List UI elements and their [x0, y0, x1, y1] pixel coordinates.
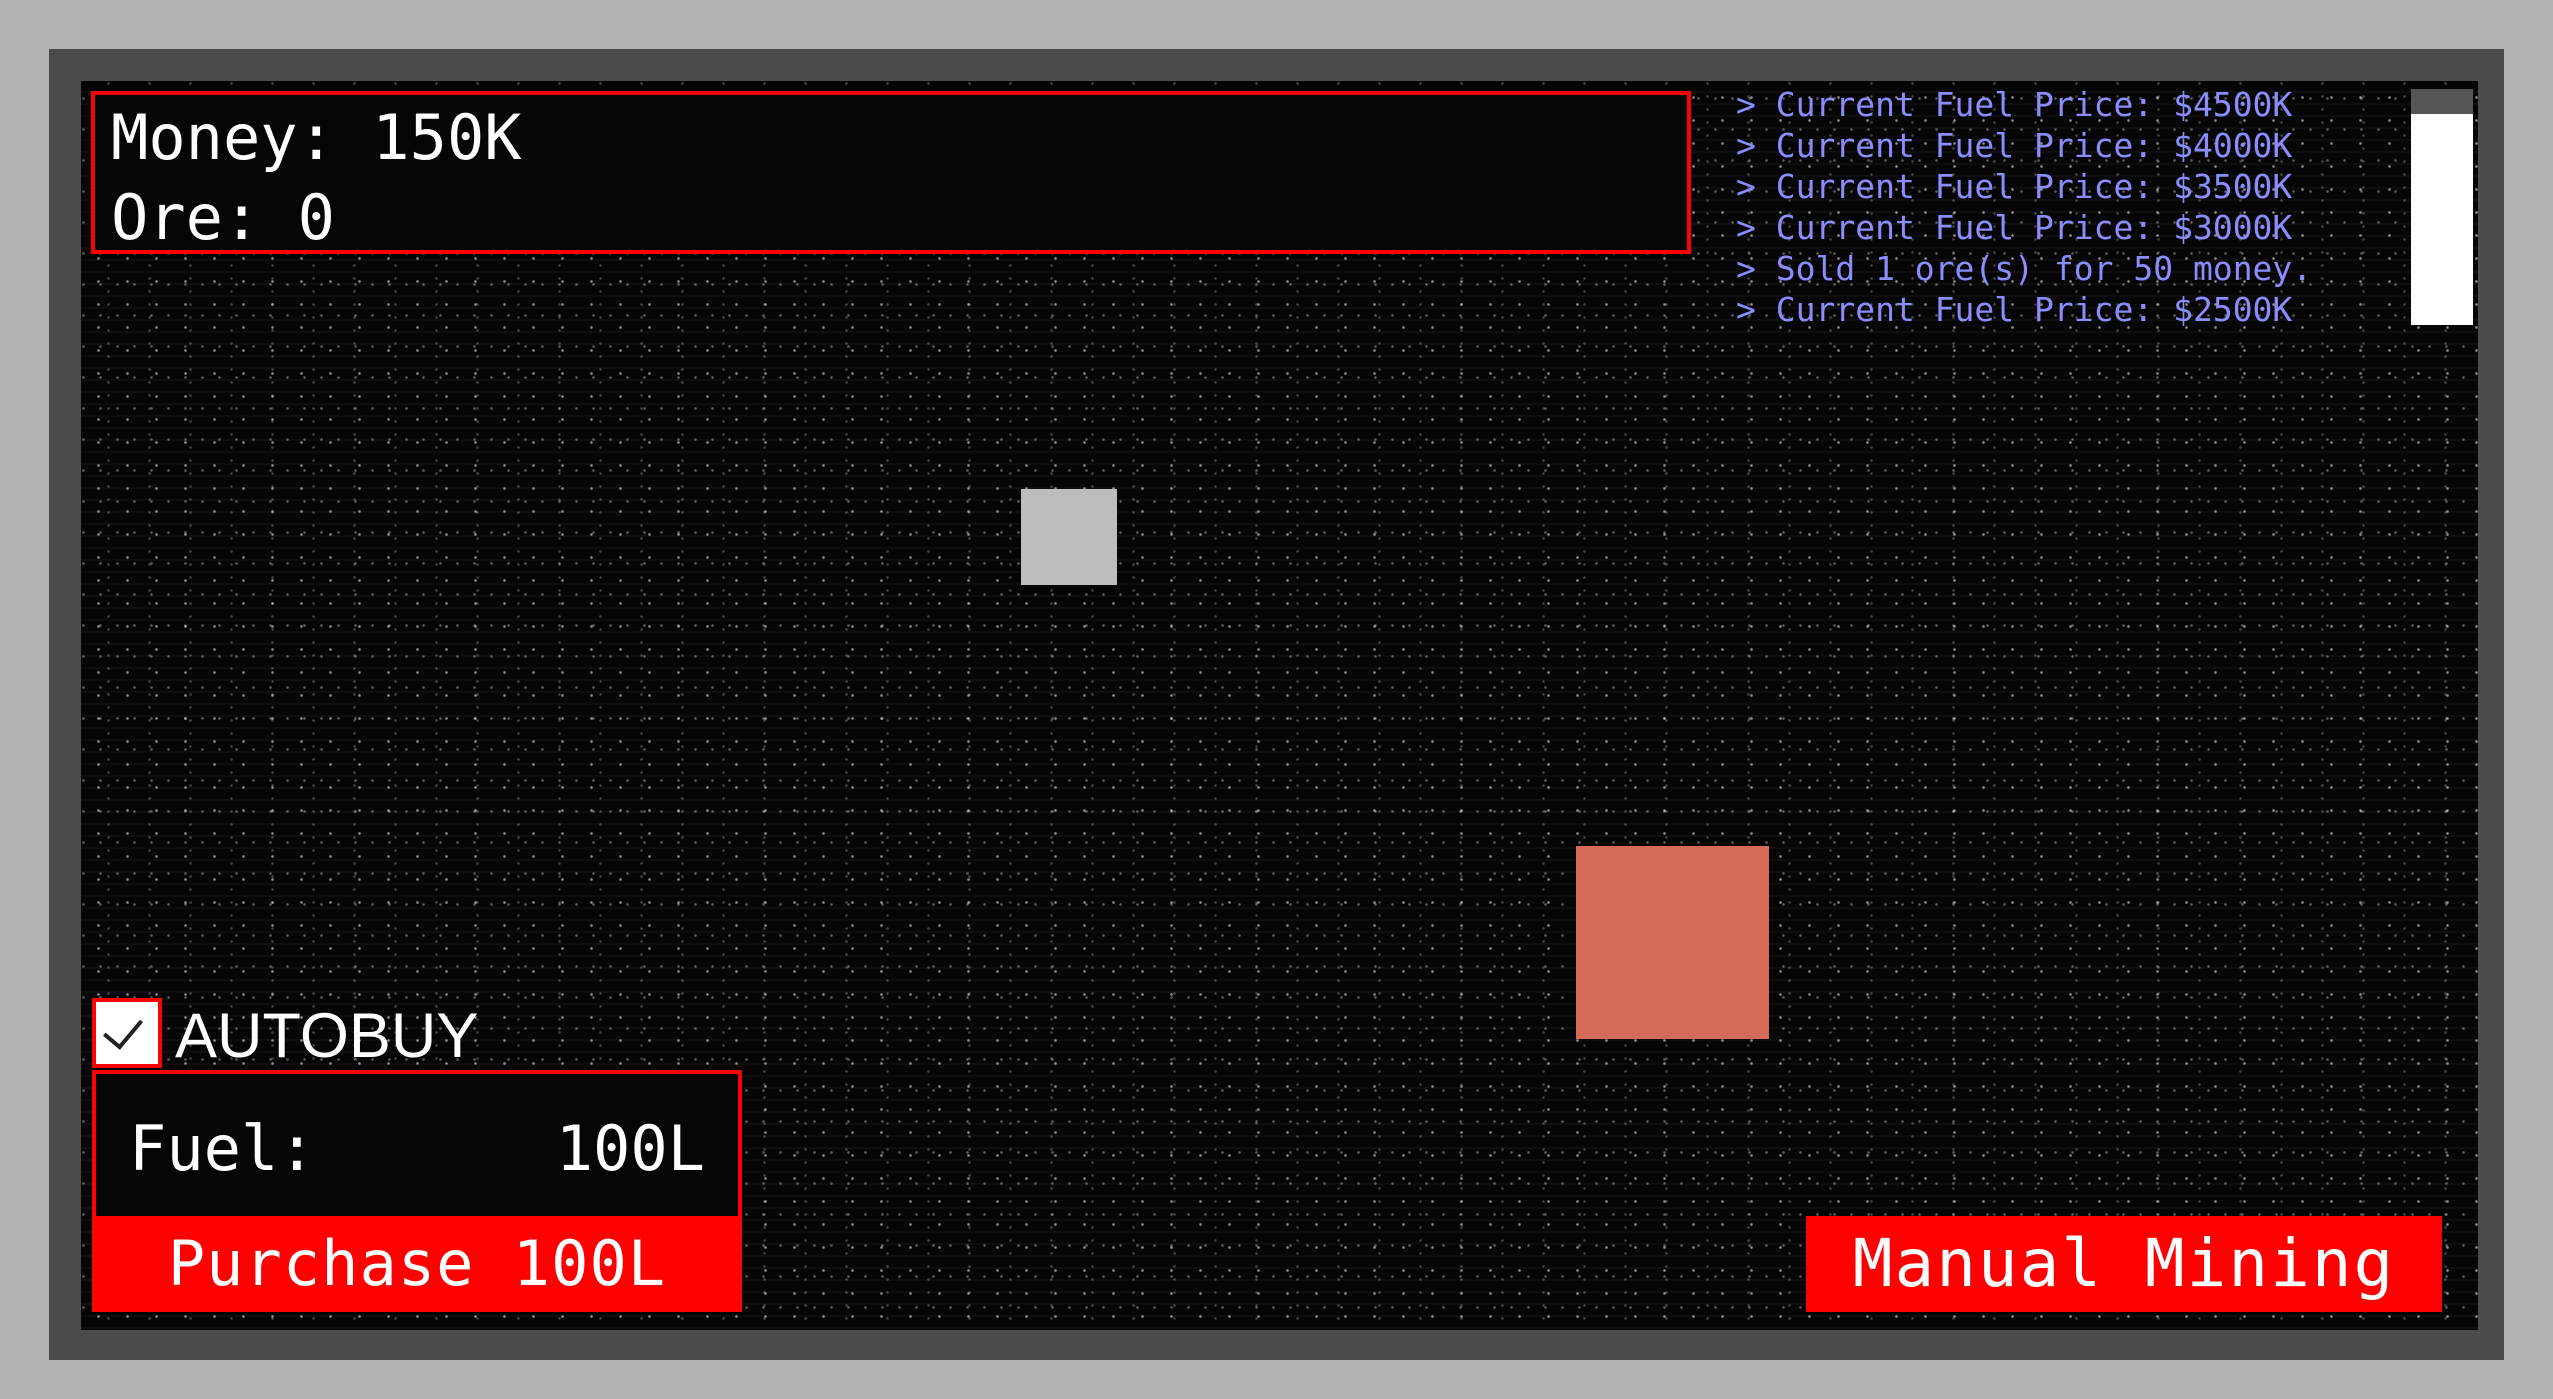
manual-mining-button[interactable]: Manual Mining — [1806, 1216, 2442, 1312]
game-screen: Money: 150K Ore: 0 > Current Fuel Price:… — [81, 81, 2478, 1330]
log-entry: > Current Fuel Price: $2500K — [1736, 290, 2293, 329]
log-scrollbar[interactable] — [2411, 89, 2473, 325]
checkmark-icon — [103, 1008, 143, 1050]
autobuy-label: AUTOBUY — [175, 1001, 479, 1071]
stats-panel: Money: 150K Ore: 0 — [91, 91, 1691, 254]
purchase-fuel-button[interactable]: Purchase 100L — [92, 1216, 742, 1312]
money-stat: Money: 150K — [111, 103, 522, 173]
ore-stat: Ore: 0 — [111, 183, 335, 253]
money-label: Money: — [111, 101, 335, 174]
miner-ship — [1576, 846, 1769, 1039]
ore-label: Ore: — [111, 181, 261, 254]
autobuy-checkbox[interactable] — [92, 998, 162, 1068]
fuel-value: 100L — [555, 1112, 705, 1185]
ore-value: 0 — [297, 181, 335, 254]
log-entry: > Current Fuel Price: $3500K — [1736, 167, 2293, 206]
log-entry: > Current Fuel Price: $4000K — [1736, 126, 2293, 165]
ore-asteroid[interactable] — [1021, 489, 1117, 585]
fuel-label: Fuel: — [129, 1112, 316, 1185]
log-entry: > Sold 1 ore(s) for 50 money. — [1736, 249, 2313, 288]
money-value: 150K — [372, 101, 522, 174]
log-entry: > Current Fuel Price: $3000K — [1736, 208, 2293, 247]
fuel-panel: Fuel: 100L — [92, 1070, 742, 1225]
log-entry: > Current Fuel Price: $4500K — [1736, 85, 2293, 124]
log-scroll-thumb[interactable] — [2411, 89, 2473, 114]
event-log: > Current Fuel Price: $4500K > Current F… — [1736, 84, 2426, 329]
